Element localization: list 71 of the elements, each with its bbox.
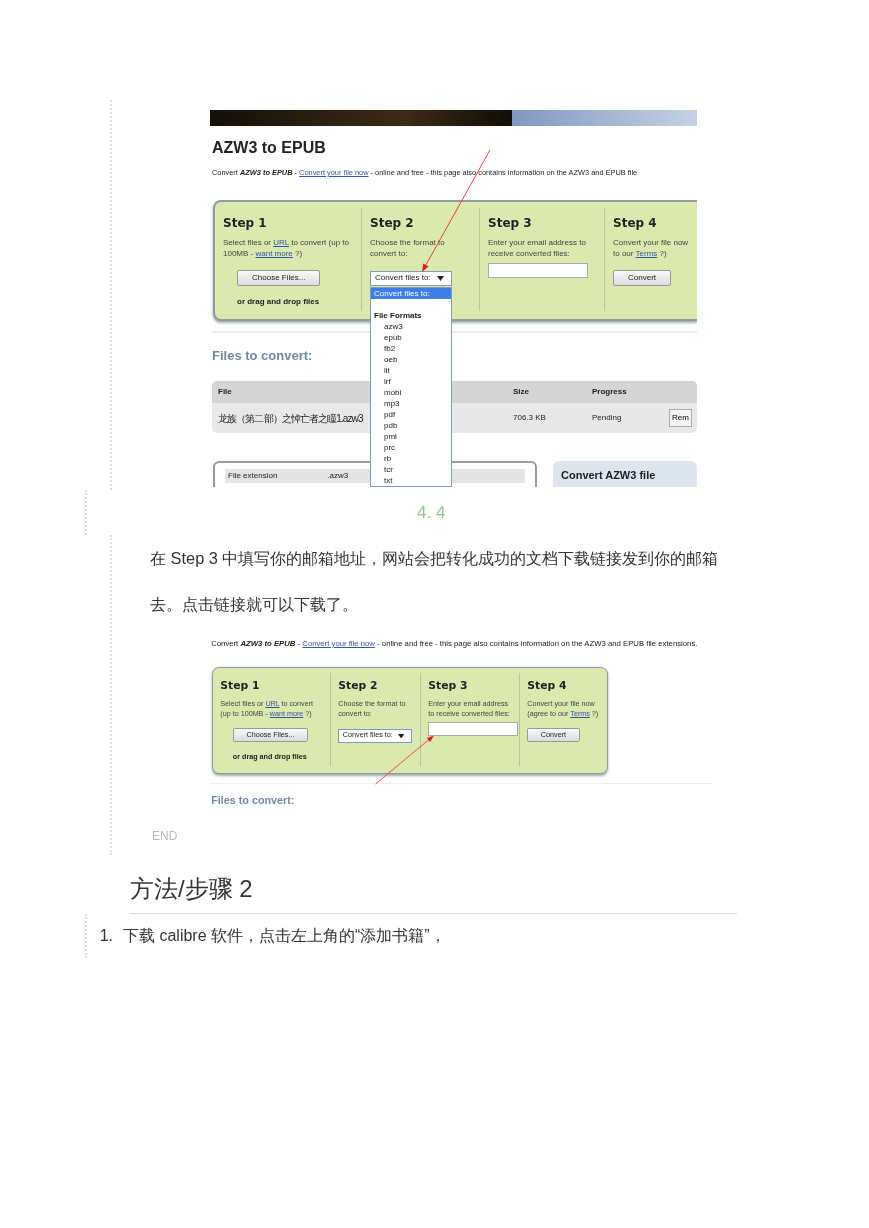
option-group-label: File Formats bbox=[373, 310, 423, 321]
annotation-arrow bbox=[375, 735, 435, 785]
table-cell: 龙族（第二部）之悼亡者之瞳1.azw3 bbox=[218, 412, 363, 424]
step-description: Convert your file now (agree to our Terms ?) bbox=[527, 699, 600, 719]
step-button[interactable]: Choose Files... bbox=[232, 727, 308, 743]
step-description: Enter your email address to receive converted files: bbox=[488, 237, 587, 259]
step-button[interactable]: Choose Files... bbox=[237, 270, 321, 286]
list-number: 1. bbox=[98, 926, 114, 946]
inline-link[interactable]: URL bbox=[273, 238, 289, 247]
step-description: Convert your file now to our Terms ?) bbox=[613, 237, 690, 259]
dropdown-option[interactable]: pdf bbox=[371, 409, 451, 420]
dropdown-option[interactable]: prc bbox=[371, 442, 451, 453]
inline-link[interactable]: Terms bbox=[635, 249, 658, 258]
dropdown-option[interactable]: rb bbox=[371, 453, 451, 464]
step-title: Step 1 bbox=[220, 678, 261, 695]
dropdown-option[interactable]: pdb bbox=[371, 420, 451, 431]
list-text: 下载 calibre 软件，点击左上角的“添加书籍”， bbox=[123, 926, 446, 946]
step-description: Choose the format to convert to: bbox=[370, 237, 446, 259]
dropdown-option[interactable]: lrf bbox=[371, 376, 451, 387]
page-title: AZW3 to EPUB bbox=[212, 138, 327, 158]
format-select[interactable]: Convert files to: bbox=[370, 270, 452, 286]
step-description: Select files or URL to convert (up to 100MB - want more ?) bbox=[220, 699, 315, 719]
step-button[interactable]: Convert bbox=[613, 270, 671, 286]
card-title: Convert AZW3 file bbox=[561, 468, 657, 483]
email-field[interactable] bbox=[428, 722, 519, 736]
dropdown-option[interactable]: lit bbox=[371, 365, 451, 376]
format-select[interactable]: Convert files to: bbox=[338, 729, 413, 743]
caret-icon bbox=[436, 275, 444, 281]
dropdown-option[interactable]: mobi bbox=[371, 387, 451, 398]
table-cell: 706.3 KB bbox=[513, 413, 546, 422]
dropdown-option[interactable]: azw3 bbox=[371, 321, 451, 332]
step-title: Step 4 bbox=[613, 215, 658, 232]
caret-icon bbox=[398, 733, 405, 739]
drag-hint: or drag and drop files bbox=[232, 752, 307, 763]
dropdown-option[interactable]: tcr bbox=[371, 464, 451, 475]
dropdown-option[interactable]: pml bbox=[371, 431, 451, 442]
step-button[interactable]: Convert bbox=[527, 727, 580, 743]
step-title: Step 4 bbox=[527, 678, 568, 695]
step-number: 4. 4 bbox=[417, 501, 446, 524]
inline-link[interactable]: want more bbox=[255, 249, 293, 258]
dropdown-option[interactable]: txt bbox=[371, 475, 451, 486]
dropdown-option[interactable]: Convert files to: bbox=[371, 288, 451, 299]
dropdown-option[interactable]: oeb bbox=[371, 354, 451, 365]
inline-link[interactable]: want more bbox=[269, 708, 304, 718]
drag-hint: or drag and drop files bbox=[237, 296, 320, 308]
step-description: Enter your email address to receive converted files: bbox=[428, 699, 511, 719]
email-field[interactable] bbox=[488, 263, 588, 278]
dropdown-option[interactable]: fb2 bbox=[371, 343, 451, 354]
section-heading: Files to convert: bbox=[212, 347, 313, 365]
table-cell: Pending bbox=[592, 413, 622, 422]
step-title: Step 3 bbox=[488, 215, 533, 232]
column-header: Progress bbox=[592, 387, 627, 396]
detail-label: File extension bbox=[228, 470, 278, 482]
step-title: Step 2 bbox=[370, 215, 415, 232]
step-description: Choose the format to convert to: bbox=[338, 699, 407, 719]
dropdown-option[interactable]: epub bbox=[371, 332, 451, 343]
detail-value: .azw3 bbox=[327, 470, 349, 482]
step-description: Select files or URL to convert (up to 100MB - want more ?) bbox=[223, 237, 350, 259]
inline-link[interactable]: URL bbox=[265, 699, 280, 709]
section-title: 方法/步骤 2 bbox=[130, 871, 737, 914]
step-title: Step 1 bbox=[223, 215, 268, 232]
remove-button[interactable]: Rem bbox=[669, 409, 692, 427]
section-heading: Files to convert: bbox=[211, 793, 295, 807]
dropdown-option[interactable]: mp3 bbox=[371, 398, 451, 409]
inline-link[interactable]: Terms bbox=[570, 708, 590, 718]
step-title: Step 3 bbox=[428, 678, 469, 695]
instruction-text: 在 Step 3 中填写你的邮箱地址，网站会把转化成功的文档下载链接发到你的邮箱去。点击链接就可以下载了。 bbox=[150, 548, 720, 615]
column-header: File bbox=[218, 387, 232, 396]
step-title: Step 2 bbox=[338, 678, 379, 695]
end-label: END bbox=[152, 828, 179, 845]
column-header: Size bbox=[513, 387, 529, 396]
